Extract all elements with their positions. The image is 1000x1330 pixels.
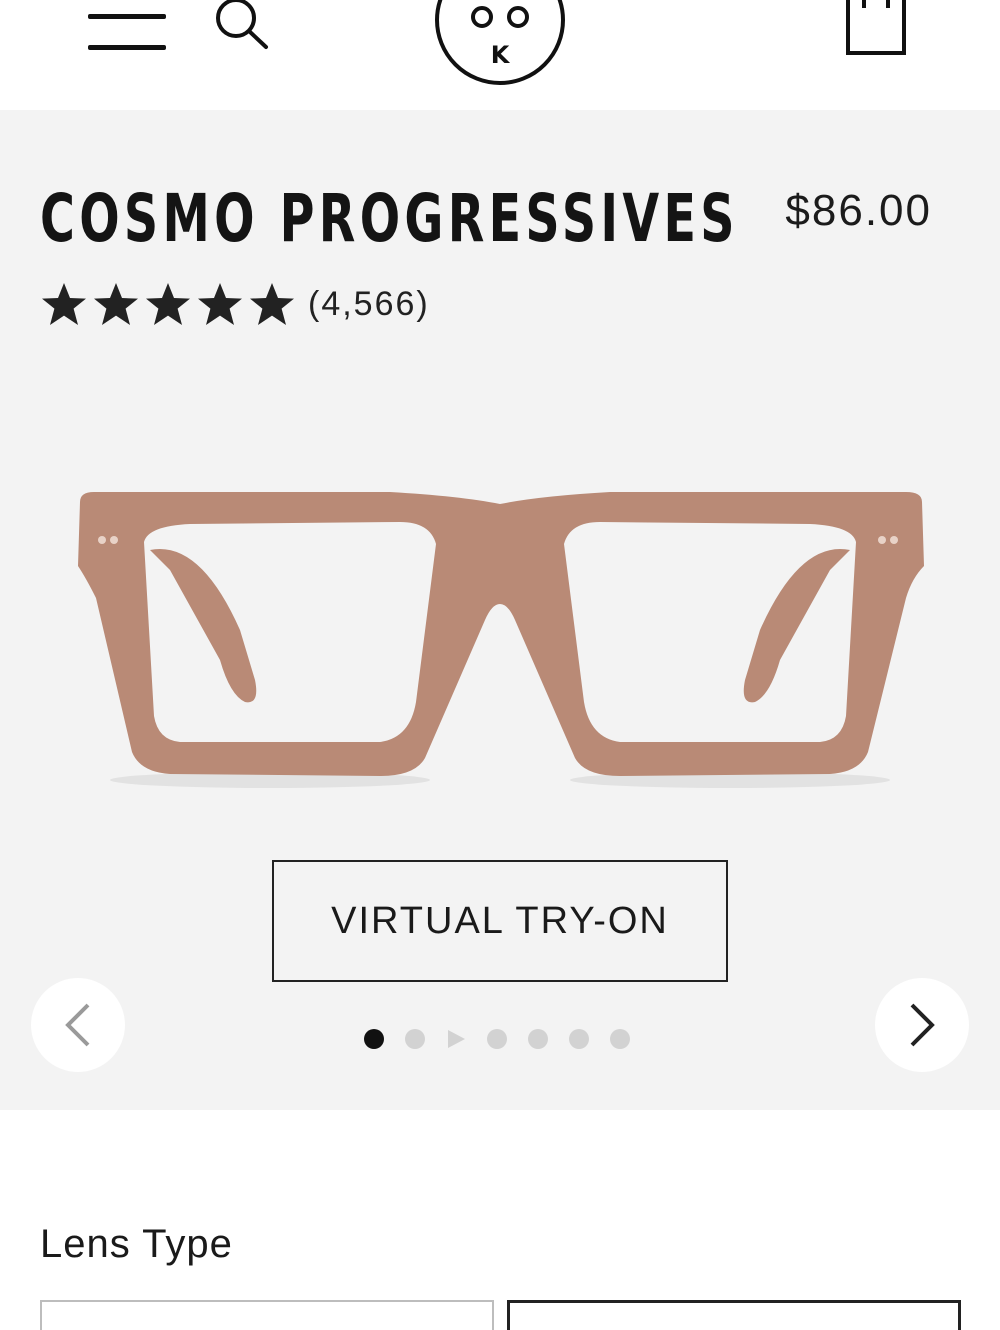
virtual-try-on-button[interactable]: VIRTUAL TRY-ON xyxy=(272,860,728,982)
lens-option-selected[interactable] xyxy=(507,1300,961,1330)
virtual-try-on-label: VIRTUAL TRY-ON xyxy=(331,899,669,942)
lens-type-section: Lens Type xyxy=(0,1110,1000,1330)
star-icon xyxy=(198,283,242,325)
rating-row[interactable]: (4,566) xyxy=(40,282,430,326)
logo-text: K xyxy=(491,41,511,69)
star-icon xyxy=(42,283,86,325)
play-video-icon[interactable] xyxy=(446,1029,466,1049)
brand-logo[interactable]: K xyxy=(434,0,566,86)
lens-type-title: Lens Type xyxy=(40,1222,233,1266)
carousel-dot[interactable] xyxy=(569,1029,589,1049)
chevron-left-icon xyxy=(65,1003,90,1047)
product-price: $86.00 xyxy=(785,186,932,235)
star-icon xyxy=(94,283,138,325)
carousel-dot[interactable] xyxy=(610,1029,630,1049)
product-image-glasses xyxy=(78,492,924,788)
carousel-dot[interactable] xyxy=(364,1029,384,1049)
product-title: COSMO PROGRESSIVES xyxy=(40,180,739,257)
chevron-right-icon xyxy=(910,1003,935,1047)
next-slide-button[interactable] xyxy=(875,978,969,1072)
carousel-dot[interactable] xyxy=(487,1029,507,1049)
star-icon xyxy=(146,283,190,325)
shopping-bag-icon[interactable] xyxy=(842,0,908,60)
star-rating xyxy=(40,282,296,326)
previous-slide-button[interactable] xyxy=(31,978,125,1072)
carousel-pagination xyxy=(364,1028,630,1050)
product-gallery: COSMO PROGRESSIVES $86.00 (4,566) VIRTUA… xyxy=(0,110,1000,1110)
carousel-dot[interactable] xyxy=(528,1029,548,1049)
carousel-dot[interactable] xyxy=(405,1029,425,1049)
hamburger-menu-icon[interactable] xyxy=(88,10,168,54)
site-header: K xyxy=(0,0,1000,110)
title-row: COSMO PROGRESSIVES $86.00 xyxy=(40,180,960,260)
review-count[interactable]: (4,566) xyxy=(308,285,430,324)
search-icon[interactable] xyxy=(212,0,272,52)
lens-option[interactable] xyxy=(40,1300,494,1330)
star-icon xyxy=(250,283,294,325)
